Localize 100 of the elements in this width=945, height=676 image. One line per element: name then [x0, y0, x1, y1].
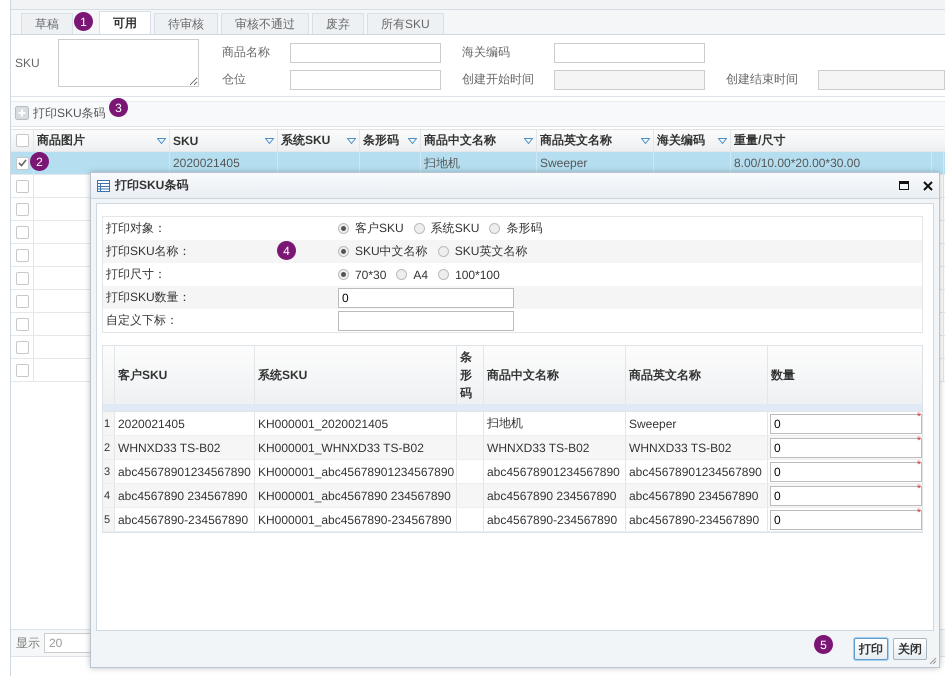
column-header[interactable]: 商品英文名称	[629, 366, 701, 384]
field-label: 创建开始时间	[462, 71, 535, 88]
tab[interactable]: 审核不通过	[221, 13, 309, 34]
row-checkbox[interactable]	[16, 248, 28, 262]
radio-button[interactable]	[338, 246, 349, 257]
page-size-label: 显示	[16, 634, 40, 652]
radio-button[interactable]	[438, 269, 450, 280]
resize-grip-icon	[929, 657, 937, 665]
table-cell: abc4567890-234567890	[487, 512, 618, 526]
column-header[interactable]: 商品图片	[37, 132, 85, 149]
plus-icon	[15, 106, 29, 120]
date-field[interactable]	[554, 70, 705, 90]
radio-option[interactable]: 70*30	[338, 268, 386, 282]
row-checkbox[interactable]	[16, 156, 28, 170]
column-header[interactable]: 商品英文名称	[540, 132, 612, 149]
table-cell: Sweeper	[629, 416, 676, 430]
radio-option[interactable]: A4	[396, 268, 428, 282]
dialog-button[interactable]: 关闭	[893, 638, 927, 660]
table-cell: abc45678901234567890	[487, 464, 620, 478]
input-field[interactable]	[338, 310, 514, 330]
radio-button[interactable]	[414, 223, 425, 234]
row-checkbox[interactable]	[16, 272, 28, 284]
table-cell: KH000001_2020021405	[258, 416, 388, 430]
dialog-button[interactable]: 打印	[854, 638, 888, 660]
radio-button[interactable]	[489, 223, 500, 234]
radio-button[interactable]	[396, 269, 408, 280]
option-label: 打印尺寸：	[106, 267, 166, 281]
row-number: 5	[104, 514, 110, 526]
column-header[interactable]: 重量/尺寸	[734, 132, 786, 149]
table-cell: abc4567890 234567890	[487, 488, 616, 502]
sort-icon	[265, 138, 274, 144]
table-cell: KH000001_abc45678901234567890	[258, 464, 454, 478]
input-field[interactable]	[290, 70, 441, 90]
table-cell: WHNXD33 TS-B02	[629, 440, 732, 454]
table-cell: 扫地机	[424, 154, 460, 172]
tab[interactable]: 草稿	[21, 13, 73, 34]
radio-option[interactable]: 100*100	[438, 268, 500, 282]
field-label: 创建结束时间	[726, 71, 799, 88]
column-header[interactable]: 海关编码	[657, 132, 705, 149]
sort-icon	[524, 138, 533, 144]
column-header[interactable]: 数量	[771, 366, 795, 384]
sort-icon	[347, 138, 356, 144]
column-header[interactable]: 客户SKU	[118, 366, 168, 384]
table-cell: WHNXD33 TS-B02	[118, 440, 220, 454]
table-cell: abc45678901234567890	[118, 464, 251, 478]
input-field[interactable]: 0	[338, 288, 514, 308]
table-cell: abc45678901234567890	[629, 464, 762, 478]
sku-input-field[interactable]	[58, 39, 199, 87]
row-checkbox[interactable]	[16, 340, 28, 354]
column-header[interactable]: 商品中文名称	[424, 132, 496, 149]
row-checkbox[interactable]	[16, 364, 28, 376]
row-number: 2	[104, 442, 110, 454]
row-checkbox[interactable]	[16, 318, 28, 330]
table-cell: 8.00/10.00*20.00*30.00	[734, 156, 860, 170]
sort-icon	[641, 138, 650, 144]
input-field[interactable]	[554, 42, 705, 62]
date-field[interactable]	[818, 70, 945, 90]
tab[interactable]: 废弃	[312, 13, 364, 34]
table-cell: Sweeper	[540, 156, 588, 170]
column-header[interactable]: 系统SKU	[281, 132, 330, 149]
column-header[interactable]: 条形码	[460, 348, 472, 402]
radio-button[interactable]	[338, 269, 349, 280]
close-icon[interactable]	[923, 180, 933, 190]
table-cell: 扫地机	[487, 415, 523, 432]
table-cell: KH000001_abc4567890-234567890	[258, 512, 452, 526]
select-all-checkbox[interactable]	[16, 134, 28, 147]
field-label: 仓位	[222, 71, 247, 88]
row-checkbox[interactable]	[16, 294, 28, 308]
field-label: 商品名称	[222, 44, 271, 61]
print-barcode-button[interactable]: 打印SKU条码	[11, 102, 110, 124]
sort-icon	[408, 138, 417, 144]
column-header[interactable]: 条形码	[363, 132, 399, 149]
row-checkbox[interactable]	[16, 202, 28, 216]
tab[interactable]: 待审核	[154, 13, 218, 34]
table-cell: abc4567890-234567890	[118, 512, 248, 526]
row-checkbox[interactable]	[16, 180, 28, 192]
tab[interactable]: 可用	[99, 11, 151, 34]
sort-icon	[157, 138, 166, 144]
table-cell: 2020021405	[173, 156, 240, 170]
table-cell: 2020021405	[118, 416, 185, 430]
radio-button[interactable]	[338, 223, 349, 234]
radio-option[interactable]: 条形码	[489, 220, 542, 237]
maximize-icon[interactable]	[899, 181, 909, 190]
column-header[interactable]: 系统SKU	[258, 366, 308, 384]
option-label: 打印SKU数量：	[106, 290, 191, 304]
column-header[interactable]: 商品中文名称	[487, 366, 559, 384]
input-field[interactable]	[290, 42, 441, 62]
row-checkbox[interactable]	[16, 226, 28, 238]
option-label: 打印SKU名称：	[106, 244, 191, 258]
radio-option[interactable]: SKU英文名称	[438, 243, 528, 260]
radio-option[interactable]: SKU中文名称	[338, 243, 428, 260]
radio-option[interactable]: 客户SKU	[338, 220, 404, 237]
table-cell: KH000001_abc4567890 234567890	[258, 488, 451, 502]
table-cell: abc4567890 234567890	[629, 488, 758, 502]
column-header[interactable]: SKU	[173, 134, 198, 148]
required-mark: *	[916, 436, 921, 446]
table-cell: KH000001_WHNXD33 TS-B02	[258, 440, 424, 454]
tab[interactable]: 所有SKU	[367, 13, 444, 34]
radio-button[interactable]	[438, 246, 449, 257]
radio-option[interactable]: 系统SKU	[414, 220, 480, 237]
